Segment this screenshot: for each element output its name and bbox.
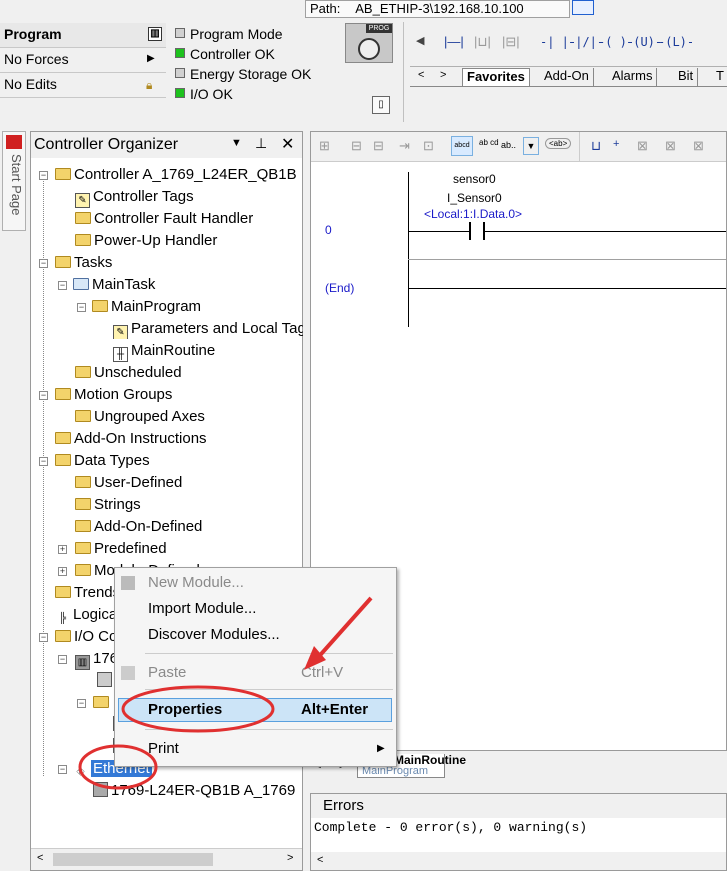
ethernet-highlight-ellipse [78, 744, 158, 790]
properties-highlight-ellipse [121, 685, 275, 733]
annotation-arrow-shaft [312, 596, 373, 664]
annotation-overlay [78, 596, 373, 790]
